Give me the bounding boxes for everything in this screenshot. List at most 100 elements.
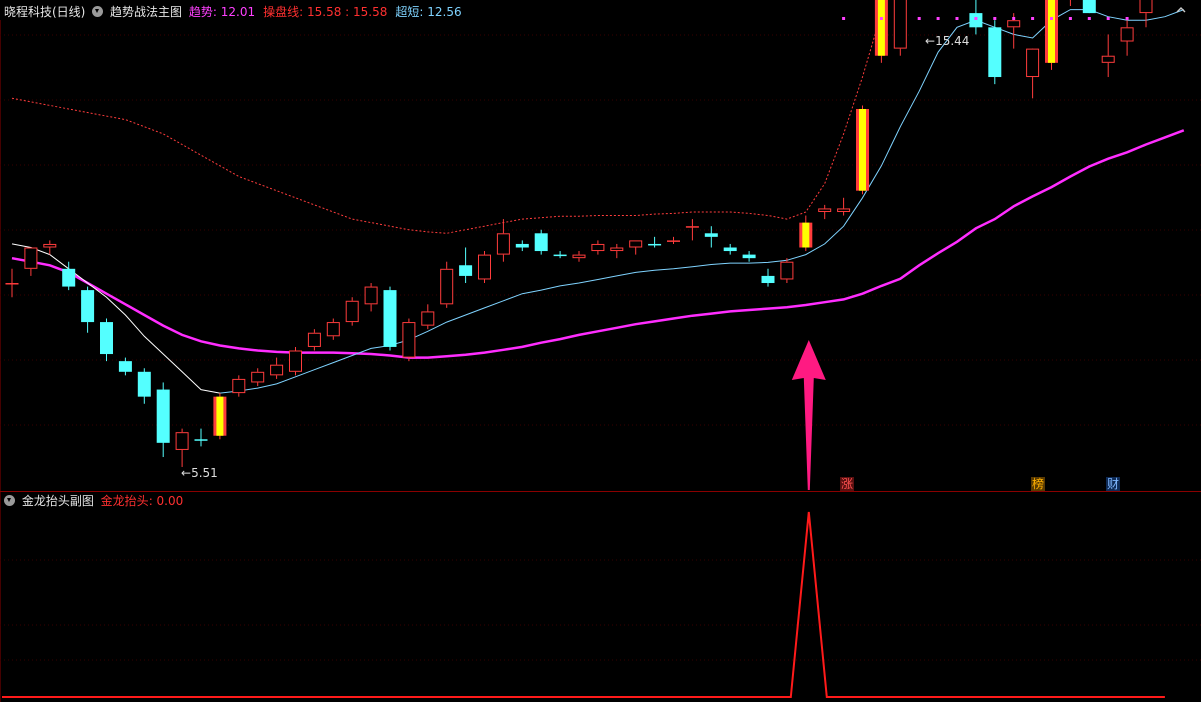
- candle: [591, 240, 605, 255]
- candle-body: [723, 247, 737, 252]
- candle: [988, 20, 1002, 85]
- candle: [780, 258, 794, 284]
- candle-body: [5, 283, 19, 285]
- candle: [818, 204, 832, 220]
- main-header: 晓程科技(日线) 趋势战法主图 趋势: 12.01 操盘线: 15.58 : 15…: [4, 2, 473, 22]
- candle: [213, 393, 227, 440]
- badge-bang[interactable]: 榜: [1031, 477, 1046, 491]
- candle: [100, 318, 113, 362]
- candle-body: [685, 226, 699, 228]
- badge-cai[interactable]: 财: [1106, 477, 1121, 491]
- candle: [534, 229, 548, 255]
- candle-body: [175, 432, 189, 450]
- candle-body: [534, 233, 548, 252]
- chart-canvas: [0, 0, 1201, 702]
- candle: [610, 243, 624, 259]
- candle: [856, 105, 869, 195]
- top-marker: [1106, 17, 1110, 20]
- candle-body: [81, 290, 95, 323]
- candle-body: [1120, 27, 1134, 42]
- candle: [345, 297, 359, 326]
- candle: [459, 247, 473, 284]
- candlesticks: [5, 0, 1153, 467]
- top-marker: [936, 17, 940, 20]
- candle-body: [837, 208, 851, 212]
- candle: [440, 261, 454, 308]
- candle-body: [742, 254, 756, 259]
- candle-body: [326, 322, 340, 337]
- candle-body: [194, 439, 208, 441]
- legend-value: 15.58 : 15.58: [306, 5, 388, 19]
- legend-label: 超短: [395, 5, 420, 19]
- candle-body: [818, 208, 832, 212]
- candle: [704, 226, 718, 248]
- candle-body: [440, 268, 454, 305]
- sub-indicator-dropdown-icon[interactable]: [4, 495, 15, 506]
- top-marker: [1012, 17, 1016, 20]
- sub-indicator-name[interactable]: 金龙抬头副图: [22, 494, 94, 508]
- candle-body: [307, 332, 321, 347]
- candle-body: [270, 364, 284, 376]
- stock-name[interactable]: 晓程科技(日线): [4, 5, 85, 19]
- candle: [874, 0, 888, 63]
- candle: [1139, 0, 1153, 28]
- candle-body: [1026, 48, 1040, 78]
- candle: [364, 283, 378, 312]
- candle-body: [364, 286, 378, 305]
- top-marker: [1087, 17, 1091, 20]
- top-marker: [955, 17, 959, 20]
- top-marker: [1068, 17, 1072, 20]
- sub-legend: 金龙抬头: 0.00: [101, 494, 192, 508]
- candle: [1045, 0, 1058, 70]
- candle: [194, 428, 208, 447]
- candle-body: [969, 13, 983, 28]
- candle-body: [648, 243, 662, 246]
- candle: [742, 251, 756, 262]
- candle: [24, 247, 38, 276]
- main-indicator-name[interactable]: 趋势战法主图: [110, 5, 182, 19]
- candle: [81, 286, 95, 333]
- legend-label: 金龙抬头: [100, 494, 149, 508]
- candle-signal-fill: [216, 396, 224, 436]
- candle-body: [780, 261, 794, 280]
- signal-arrow: [791, 340, 826, 490]
- low-price-label: ←5.51: [181, 466, 218, 480]
- badge-zhang[interactable]: 涨: [840, 477, 855, 491]
- candle-body: [383, 290, 397, 347]
- collapse-up-icon[interactable]: [1175, 4, 1187, 16]
- candle-body: [43, 243, 57, 248]
- candle-body: [62, 268, 76, 287]
- candle: [383, 286, 397, 351]
- candle: [761, 268, 775, 287]
- candle: [232, 375, 246, 397]
- candle-body: [24, 247, 38, 269]
- candle: [289, 346, 302, 376]
- candle-body: [100, 322, 113, 355]
- fast-line-blue: [219, 9, 1184, 394]
- candle: [478, 251, 491, 284]
- candle-body: [251, 371, 265, 383]
- candle-body: [1101, 55, 1115, 63]
- candle-body: [137, 371, 151, 397]
- candle-signal-fill: [802, 222, 810, 248]
- indicator-dropdown-icon[interactable]: [92, 6, 104, 17]
- candle: [270, 357, 284, 379]
- top-marker: [1125, 17, 1129, 20]
- candle-body: [591, 243, 605, 252]
- candle-body: [402, 322, 416, 358]
- legend-value: 0.00: [156, 494, 184, 508]
- candle: [5, 268, 19, 298]
- candle-body: [496, 233, 510, 255]
- candle: [1069, 0, 1071, 6]
- candle-body: [1139, 0, 1153, 14]
- signal-arrow-shape: [791, 340, 826, 490]
- legend-label: 趋势: [188, 5, 213, 19]
- legend-separator: :: [212, 5, 221, 19]
- top-marker: [974, 17, 978, 20]
- candle: [156, 382, 170, 458]
- candle-signal-fill: [877, 0, 885, 56]
- top-marker: [917, 17, 921, 20]
- top-marker: [879, 17, 883, 20]
- candle: [572, 251, 586, 262]
- fast-line-white: [11, 243, 220, 394]
